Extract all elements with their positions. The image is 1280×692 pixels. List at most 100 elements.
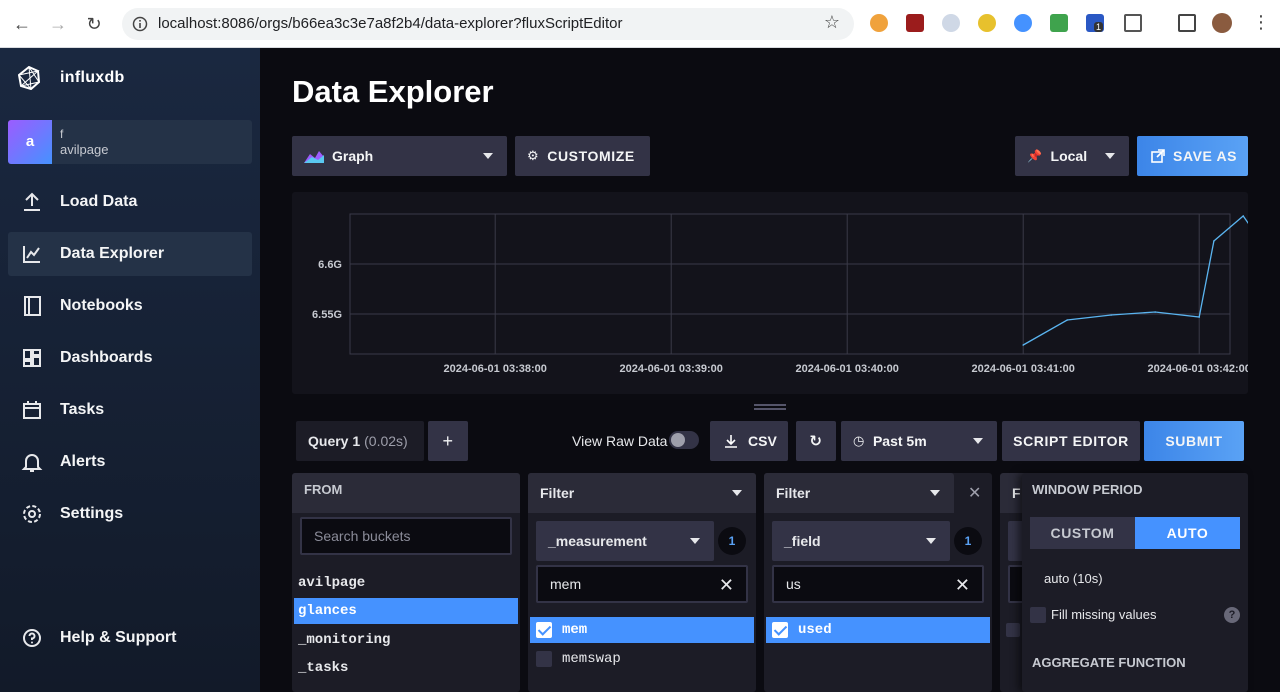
- sidebar-item-alerts[interactable]: Alerts: [8, 440, 252, 484]
- ublock-icon[interactable]: [906, 14, 924, 32]
- menu-dots-icon[interactable]: ⋮: [1252, 12, 1270, 33]
- pin-icon: 📌: [1027, 149, 1043, 163]
- sidebar-item-load-data[interactable]: Load Data: [8, 180, 252, 224]
- checkbox[interactable]: [536, 651, 552, 667]
- sidebar-item-help[interactable]: Help & Support: [8, 616, 252, 660]
- time-range-dropdown[interactable]: ◷ Past 5m: [841, 421, 997, 461]
- filter-search-input[interactable]: mem ✕: [536, 565, 748, 603]
- checkbox[interactable]: [536, 622, 552, 638]
- color-extension-icon[interactable]: [978, 14, 996, 32]
- chevron-down-icon: [973, 438, 983, 444]
- forward-arrow-icon[interactable]: →: [46, 12, 70, 36]
- sidebar-item-label: Tasks: [60, 401, 105, 418]
- logo[interactable]: influxdb: [18, 66, 125, 90]
- filter-panel-measurement: Filter _measurement 1 mem ✕ mem memswap: [528, 473, 756, 692]
- remove-filter-icon[interactable]: ✕: [968, 483, 981, 503]
- help-icon: [23, 629, 41, 647]
- sidebar-item-tasks[interactable]: Tasks: [8, 388, 252, 432]
- filter-value-label: used: [798, 622, 832, 638]
- csv-button[interactable]: CSV: [710, 421, 788, 461]
- extension-badge-count: 1: [1094, 22, 1104, 32]
- data-point: [1154, 311, 1156, 313]
- fill-missing-label: Fill missing values: [1051, 607, 1157, 622]
- raw-data-toggle[interactable]: [669, 431, 699, 449]
- filter-search-value: mem: [550, 576, 582, 592]
- refresh-button[interactable]: ↻: [796, 421, 836, 461]
- sidebar-item-settings[interactable]: Settings: [8, 492, 252, 536]
- site-info-icon[interactable]: [132, 16, 148, 32]
- filter-key-label: _field: [784, 533, 821, 549]
- clear-icon[interactable]: ✕: [719, 575, 734, 596]
- auto-window-button[interactable]: AUTO: [1135, 517, 1240, 549]
- puzzle-icon[interactable]: [1124, 14, 1142, 32]
- query-tab[interactable]: Query 1 (0.02s): [296, 421, 424, 461]
- help-support-label: Help & Support: [60, 629, 177, 646]
- data-point: [1022, 344, 1024, 346]
- graph-type-dropdown[interactable]: Graph: [292, 136, 507, 176]
- avatar: a: [8, 120, 52, 164]
- bucket-item[interactable]: _tasks: [294, 655, 518, 681]
- reload-icon[interactable]: ↻: [82, 12, 106, 36]
- from-panel: FROM Search buckets avilpage glances _mo…: [292, 473, 520, 692]
- filter-header[interactable]: Filter: [764, 473, 954, 513]
- data-point: [1242, 215, 1244, 217]
- sidebar-item-dashboards[interactable]: Dashboards: [8, 336, 252, 380]
- x-tick-label: 2024-06-01 03:42:00: [1148, 363, 1248, 375]
- bookmark-star-icon[interactable]: ☆: [824, 12, 840, 33]
- filter-value-label: memswap: [562, 651, 621, 667]
- bucket-search-input[interactable]: Search buckets: [300, 517, 512, 555]
- user-name: f: [60, 127, 64, 141]
- translate-extension-icon[interactable]: [1050, 14, 1068, 32]
- info-icon[interactable]: ?: [1224, 607, 1240, 623]
- customize-label: CUSTOMIZE: [547, 148, 635, 164]
- line-chart[interactable]: 2024-06-01 03:38:00 2024-06-01 03:39:00 20…: [292, 192, 1248, 394]
- submit-button[interactable]: SUBMIT: [1144, 421, 1244, 461]
- bucket-item[interactable]: _monitoring: [294, 627, 518, 653]
- bucket-item[interactable]: avilpage: [294, 570, 518, 596]
- address-bar[interactable]: localhost:8086/orgs/b66ea3c3e7a8f2b4/dat…: [122, 8, 854, 40]
- filter-value-item[interactable]: memswap: [530, 646, 754, 672]
- script-editor-button[interactable]: SCRIPT EDITOR: [1002, 421, 1140, 461]
- filter-value-item[interactable]: mem: [530, 617, 754, 643]
- field-key-dropdown[interactable]: _field: [772, 521, 950, 561]
- graph-panel[interactable]: 2024-06-01 03:38:00 2024-06-01 03:39:00 20…: [292, 192, 1248, 394]
- user-org-switcher[interactable]: a f avilpage: [8, 120, 252, 164]
- extension-icon[interactable]: [870, 14, 888, 32]
- cloud-extension-icon[interactable]: [1014, 14, 1032, 32]
- badge-extension-icon[interactable]: 1: [1086, 14, 1104, 32]
- add-query-button[interactable]: +: [428, 421, 468, 461]
- custom-window-button[interactable]: CUSTOM: [1030, 517, 1135, 549]
- sidebar-item-data-explorer[interactable]: Data Explorer: [8, 232, 252, 276]
- x-tick-label: 2024-06-01 03:41:00: [972, 363, 1075, 375]
- resize-handle[interactable]: [754, 404, 786, 410]
- clear-icon[interactable]: ✕: [955, 575, 970, 596]
- time-range-label: Past 5m: [872, 433, 927, 449]
- sidebar-item-label: Data Explorer: [60, 245, 165, 262]
- clock-extension-icon[interactable]: [942, 14, 960, 32]
- filter-search-input[interactable]: us ✕: [772, 565, 984, 603]
- sidebar-item-notebooks[interactable]: Notebooks: [8, 284, 252, 328]
- measurement-key-dropdown[interactable]: _measurement: [536, 521, 714, 561]
- chevron-down-icon: [926, 538, 936, 544]
- filter-value-item[interactable]: used: [766, 617, 990, 643]
- graph-line-icon: [23, 246, 40, 263]
- view-raw-data-label: View Raw Data: [572, 433, 668, 449]
- checkbox[interactable]: [772, 622, 788, 638]
- back-arrow-icon[interactable]: ←: [10, 12, 34, 36]
- x-tick-label: 2024-06-01 03:39:00: [620, 363, 723, 375]
- url-text: localhost:8086/orgs/b66ea3c3e7a8f2b4/dat…: [158, 15, 623, 32]
- sidepanel-icon[interactable]: [1178, 14, 1196, 32]
- download-icon: [725, 435, 737, 448]
- save-as-button[interactable]: SAVE AS: [1137, 136, 1248, 176]
- timezone-dropdown[interactable]: 📌 Local: [1015, 136, 1129, 176]
- checkbox[interactable]: [1006, 623, 1020, 637]
- fill-missing-checkbox[interactable]: [1030, 607, 1046, 623]
- x-tick-label: 2024-06-01 03:38:00: [444, 363, 547, 375]
- selected-count-badge: 1: [718, 527, 746, 555]
- bucket-item-selected[interactable]: glances: [294, 598, 518, 624]
- profile-avatar[interactable]: [1212, 13, 1232, 33]
- graph-type-icon: [304, 151, 324, 163]
- customize-button[interactable]: ⚙ CUSTOMIZE: [515, 136, 650, 176]
- filter-header[interactable]: Filter: [528, 473, 756, 513]
- chevron-down-icon: [1105, 153, 1115, 159]
